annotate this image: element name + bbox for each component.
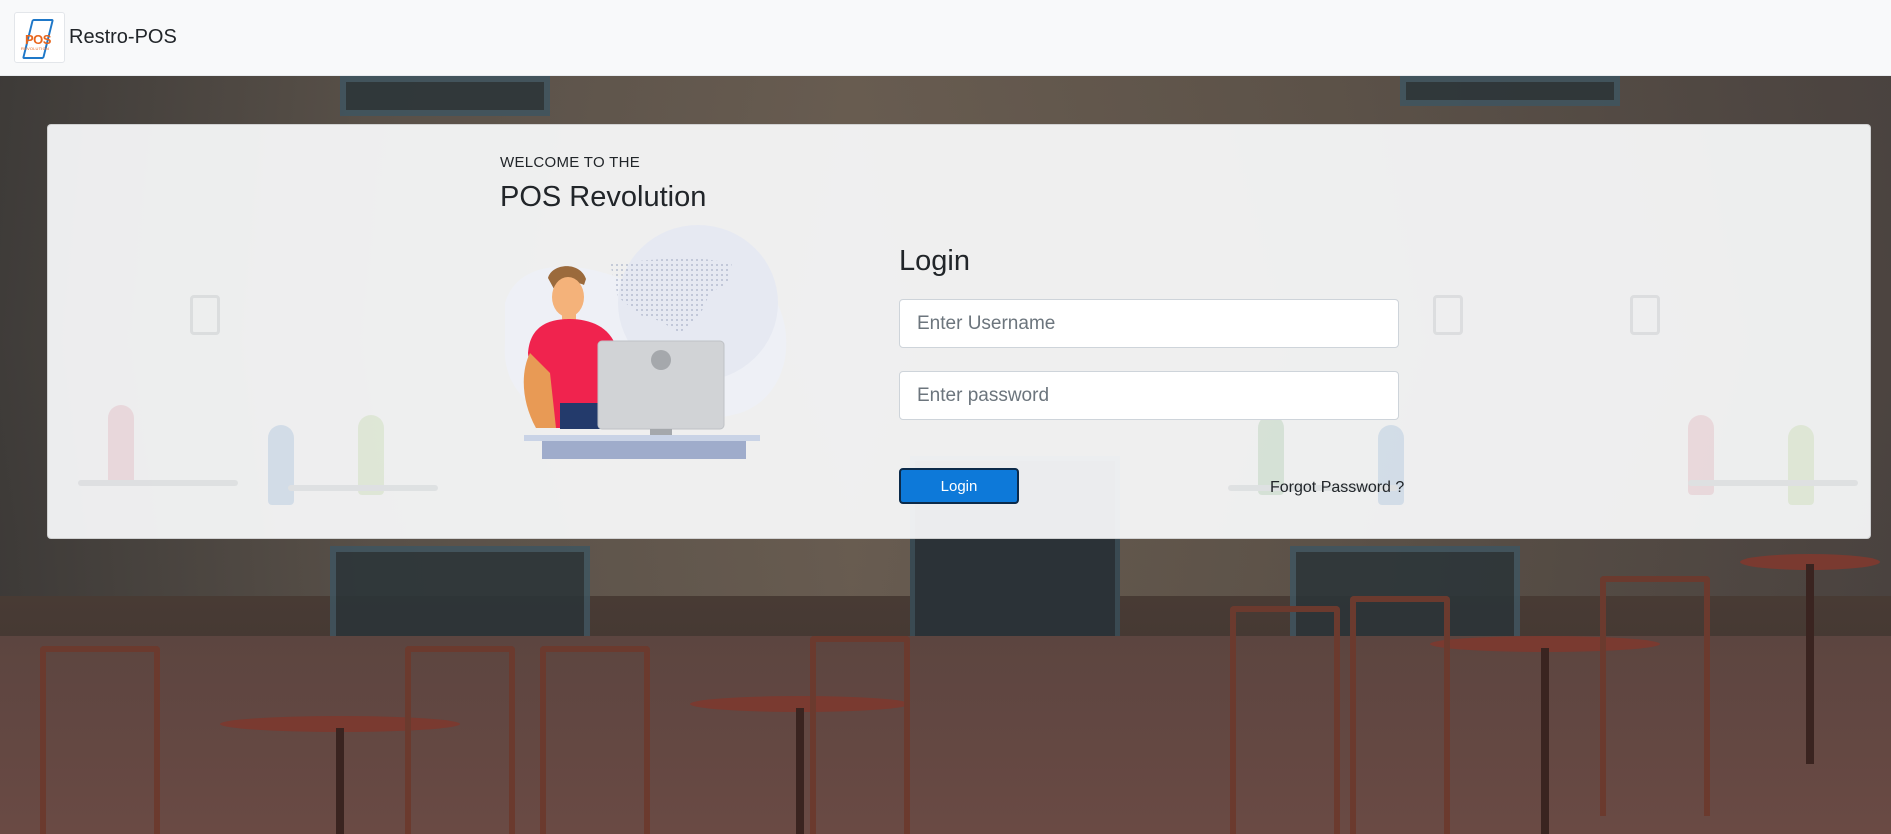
app-headline: POS Revolution xyxy=(500,181,707,213)
background-chair xyxy=(1350,596,1450,834)
background-table-leg xyxy=(1806,564,1814,764)
brand-logo: POS REVOLUTION xyxy=(14,12,65,63)
background-chair xyxy=(405,646,515,834)
background-chair xyxy=(810,636,910,834)
forgot-password-link[interactable]: Forgot Password ? xyxy=(1270,479,1404,497)
background-table-leg xyxy=(1541,648,1549,834)
login-card: WELCOME TO THE POS Revolution Login Ente… xyxy=(47,124,1871,539)
welcome-text: WELCOME TO THE xyxy=(500,154,641,171)
background-table-leg xyxy=(336,728,344,834)
login-button[interactable]: Login xyxy=(899,468,1019,504)
background-window xyxy=(340,76,550,116)
login-title: Login xyxy=(899,245,970,277)
top-navbar: POS REVOLUTION Restro-POS xyxy=(0,0,1891,76)
background-chair xyxy=(40,646,160,834)
username-input[interactable] xyxy=(899,299,1399,348)
background-chair xyxy=(540,646,650,834)
background-table-leg xyxy=(796,708,804,834)
brand-link[interactable]: POS REVOLUTION Restro-POS xyxy=(14,12,177,63)
person-at-computer-illustration xyxy=(504,225,787,459)
background-chair xyxy=(1230,606,1340,834)
password-input[interactable] xyxy=(899,371,1399,420)
brand-name: Restro-POS xyxy=(69,26,177,48)
background-chair xyxy=(1600,576,1710,816)
background-window xyxy=(1400,76,1620,106)
